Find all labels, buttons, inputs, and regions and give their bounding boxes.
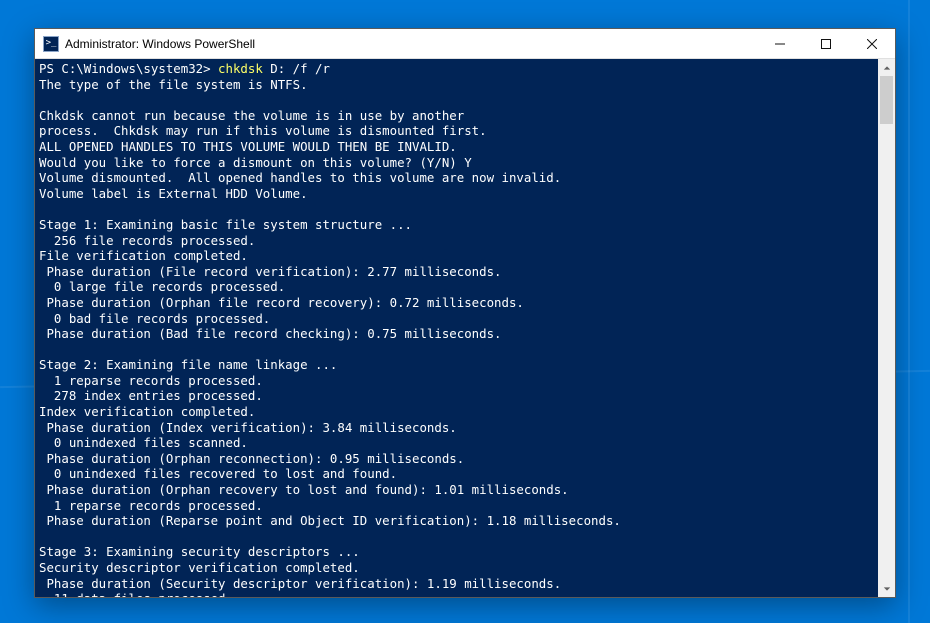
titlebar[interactable]: >_ Administrator: Windows PowerShell bbox=[35, 29, 895, 59]
window-title: Administrator: Windows PowerShell bbox=[65, 37, 255, 51]
scroll-up-button[interactable] bbox=[878, 59, 895, 76]
minimize-icon bbox=[775, 39, 785, 49]
scroll-thumb[interactable] bbox=[880, 76, 893, 124]
scroll-down-button[interactable] bbox=[878, 580, 895, 597]
vertical-scrollbar[interactable] bbox=[878, 59, 895, 597]
powershell-icon: >_ bbox=[43, 36, 59, 52]
maximize-icon bbox=[821, 39, 831, 49]
close-button[interactable] bbox=[849, 29, 895, 58]
console-area: PS C:\Windows\system32> chkdsk D: /f /r … bbox=[35, 59, 895, 597]
chevron-up-icon bbox=[883, 64, 891, 72]
maximize-button[interactable] bbox=[803, 29, 849, 58]
chevron-down-icon bbox=[883, 585, 891, 593]
window-controls bbox=[757, 29, 895, 58]
close-icon bbox=[867, 39, 877, 49]
minimize-button[interactable] bbox=[757, 29, 803, 58]
terminal-output[interactable]: PS C:\Windows\system32> chkdsk D: /f /r … bbox=[35, 59, 878, 597]
powershell-window: >_ Administrator: Windows PowerShell PS … bbox=[34, 28, 896, 598]
